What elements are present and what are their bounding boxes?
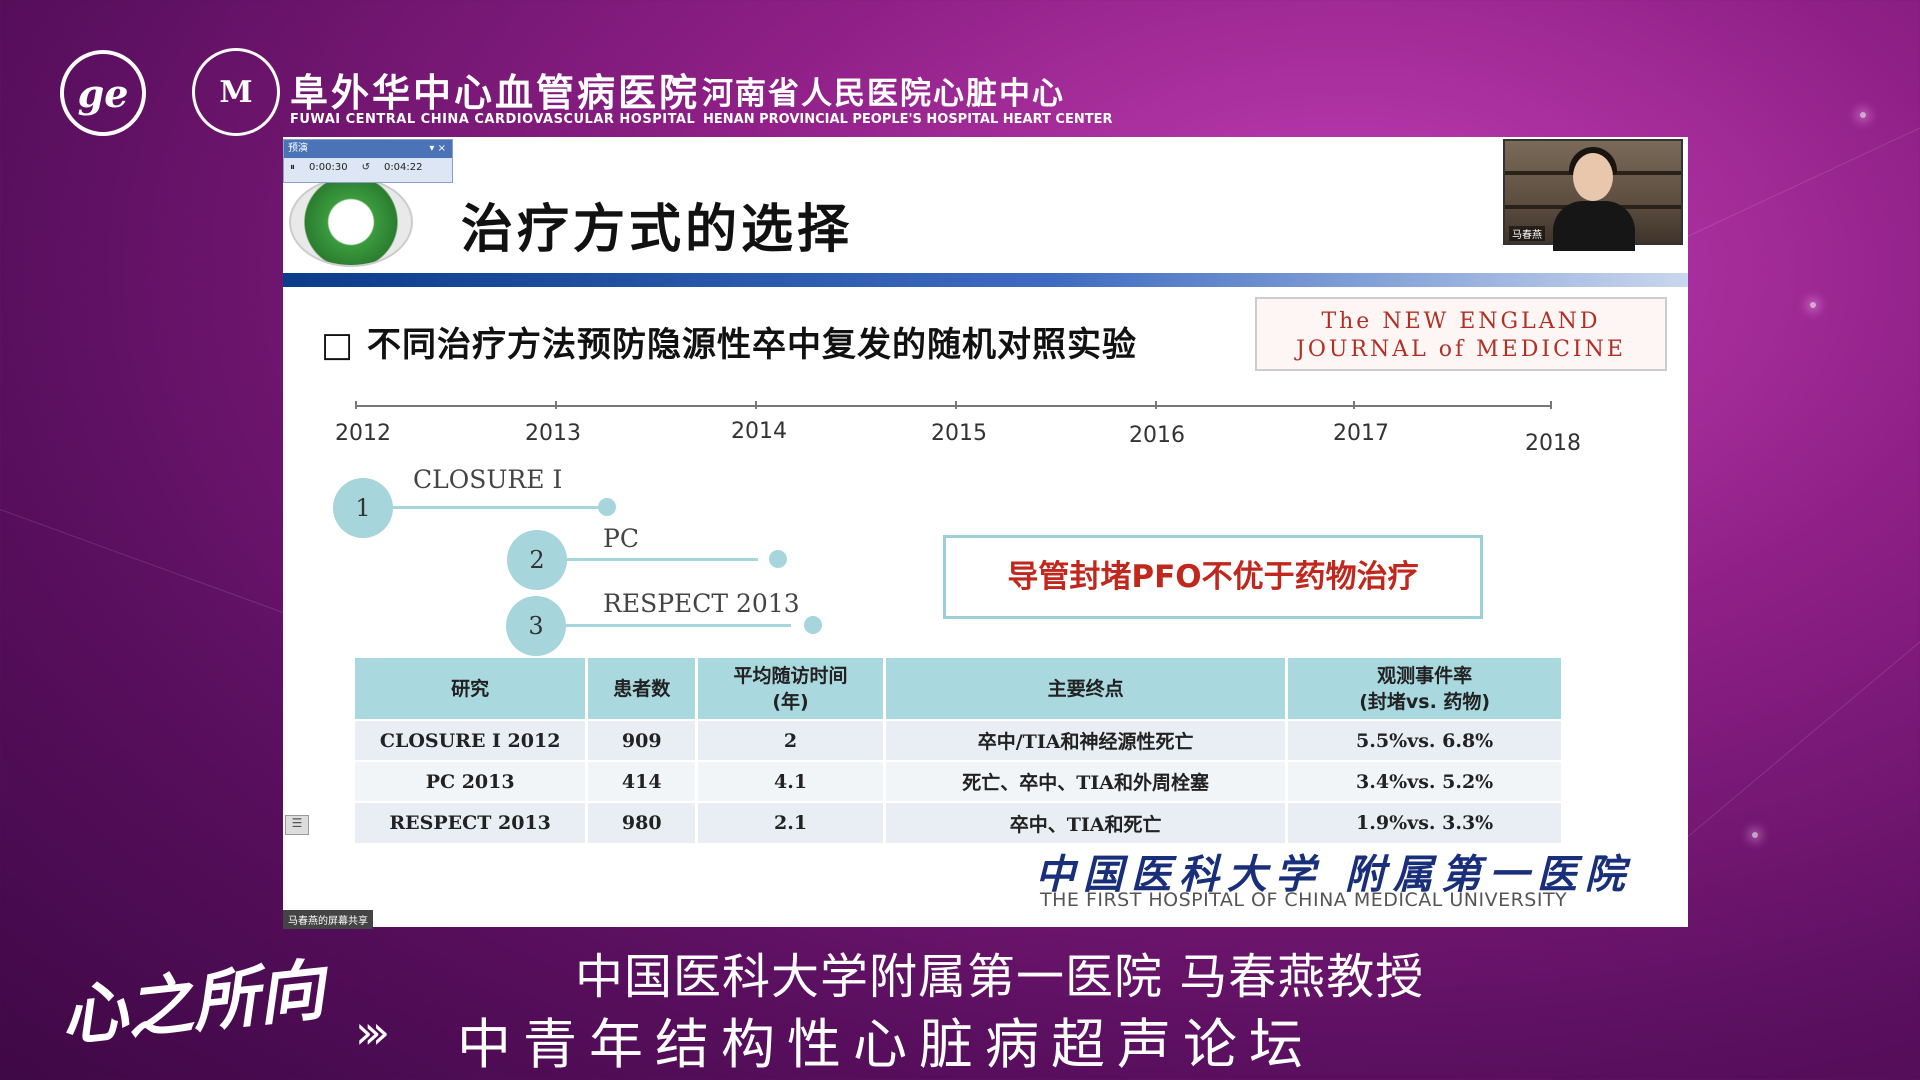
table-cell: 5.5%vs. 6.8%: [1286, 719, 1564, 761]
presenter-toolbar-title: 预演: [288, 143, 308, 154]
timeline-year: 2015: [931, 421, 987, 446]
speaker-webcam: 马春燕: [1503, 139, 1683, 251]
table-cell: 死亡、卒中、TIA和外周栓塞: [884, 760, 1289, 802]
nejm-logo: The NEW ENGLAND JOURNAL of MEDICINE: [1255, 297, 1667, 371]
presentation-slide: 预演 ▾ × ⏸ 0:00:30 ↺ 0:04:22 治疗方式的选择 马春燕 □ …: [283, 137, 1688, 927]
timeline-year: 2018: [1525, 431, 1581, 456]
title-underline-bar: [283, 273, 1688, 287]
table-cell: 4.1: [696, 760, 886, 802]
trial-endpoint: [598, 498, 616, 516]
trial-label: CLOSURE I: [413, 465, 563, 494]
table-cell: PC 2013: [355, 760, 589, 802]
hospital-name-cn: 阜外华中心血管病医院: [290, 70, 701, 115]
side-panel-toggle[interactable]: ☰: [285, 815, 309, 835]
screen-share-label: 马春燕的屏幕共享: [283, 910, 373, 929]
presenter-toolbar[interactable]: 预演 ▾ × ⏸ 0:00:30 ↺ 0:04:22: [283, 139, 453, 183]
webcam-name-label: 马春燕: [1509, 226, 1545, 241]
trials-table: 研究 患者数 平均随访时间 (年) 主要终点 观测事件率 (封堵vs. 药物) …: [355, 658, 1564, 843]
table-cell: 980: [586, 801, 699, 843]
table-row: PC 2013 414 4.1 死亡、卒中、TIA和外周栓塞 3.4%vs. 5…: [355, 760, 1564, 802]
slide-bullet: □ 不同治疗方法预防隐源性卒中复发的随机对照实验: [321, 325, 1137, 365]
trial-endpoint: [769, 550, 787, 568]
timeline-year: 2013: [525, 421, 581, 446]
table-cell: RESPECT 2013: [355, 801, 589, 843]
table-header: 患者数: [586, 658, 699, 720]
table-header: 主要终点: [884, 658, 1289, 720]
speaker-body: [1553, 201, 1635, 251]
timeline-axis: [355, 405, 1552, 407]
timeline-tick: [355, 401, 357, 409]
timeline-tick: [755, 401, 757, 409]
trial-label: RESPECT 2013: [603, 589, 800, 618]
table-cell: 卒中/TIA和神经源性死亡: [884, 719, 1289, 761]
table-cell: 909: [586, 719, 699, 761]
slide-title: 治疗方式的选择: [461, 200, 854, 260]
forum-title: 中青年结构性心脏病超声论坛: [457, 1013, 1315, 1076]
timeline-tick: [1550, 401, 1552, 409]
trial-label: PC: [603, 524, 639, 553]
timeline-tick: [1155, 401, 1157, 409]
ge-logo: ge: [60, 50, 146, 136]
table-cell: 2: [696, 719, 886, 761]
timeline-year: 2016: [1129, 423, 1185, 448]
pause-icon[interactable]: ⏸: [290, 162, 295, 173]
speaker-caption: 中国医科大学附属第一医院 马春燕教授: [575, 949, 1425, 1005]
decor-line: [1658, 539, 1920, 862]
table-cell: 3.4%vs. 5.2%: [1286, 760, 1564, 802]
heart-center-name-cn: 河南省人民医院心脏中心: [702, 76, 1065, 112]
hospital-name-en: FUWAI CENTRAL CHINA CARDIOVASCULAR HOSPI…: [290, 112, 696, 127]
nejm-line1: The NEW ENGLAND: [1321, 309, 1601, 334]
close-icon[interactable]: ▾ ×: [429, 140, 446, 158]
table-cell: 1.9%vs. 3.3%: [1286, 801, 1564, 843]
timeline-year: 2014: [731, 419, 787, 444]
cmu-logo-en: THE FIRST HOSPITAL OF CHINA MEDICAL UNIV…: [1040, 889, 1568, 911]
table-header: 观测事件率 (封堵vs. 药物): [1286, 658, 1564, 720]
timeline-tick: [955, 401, 957, 409]
separator-dot: [672, 78, 680, 86]
slide-hospital-logo: [289, 177, 413, 267]
table-cell: 2.1: [696, 801, 886, 843]
table-cell: 卒中、TIA和死亡: [884, 801, 1289, 843]
nejm-line2: JOURNAL of MEDICINE: [1296, 337, 1626, 362]
timeline-tick: [555, 401, 557, 409]
trial-number-circle: 2: [507, 530, 567, 590]
trial-number-circle: 1: [333, 478, 393, 538]
brand-logo: 心之所向: [57, 950, 328, 1056]
speaker-head: [1573, 153, 1613, 201]
table-header: 研究: [355, 658, 589, 720]
chevron-right-icon: ›››: [355, 1005, 390, 1059]
timeline-year: 2017: [1333, 421, 1389, 446]
reset-icon[interactable]: ↺: [362, 162, 370, 173]
table-row: RESPECT 2013 980 2.1 卒中、TIA和死亡 1.9%vs. 3…: [355, 801, 1564, 843]
total-time: 0:04:22: [383, 162, 423, 173]
sparkle: [1810, 302, 1816, 308]
table-header: 平均随访时间 (年): [696, 658, 886, 720]
sparkle: [1752, 832, 1758, 838]
timeline-tick: [1353, 401, 1355, 409]
sparkle: [1860, 112, 1866, 118]
conclusion-box: 导管封堵PFO不优于药物治疗: [943, 535, 1483, 619]
trial-endpoint: [804, 616, 822, 634]
table-cell: CLOSURE I 2012: [355, 719, 589, 761]
heart-center-name-en: HENAN PROVINCIAL PEOPLE'S HOSPITAL HEART…: [703, 112, 1113, 127]
table-cell: 414: [586, 760, 699, 802]
trial-number-circle: 3: [506, 596, 566, 656]
hospital-emblem: M: [192, 48, 280, 136]
elapsed-time: 0:00:30: [309, 162, 348, 173]
table-row: CLOSURE I 2012 909 2 卒中/TIA和神经源性死亡 5.5%v…: [355, 719, 1564, 761]
timeline-year: 2012: [335, 421, 391, 446]
